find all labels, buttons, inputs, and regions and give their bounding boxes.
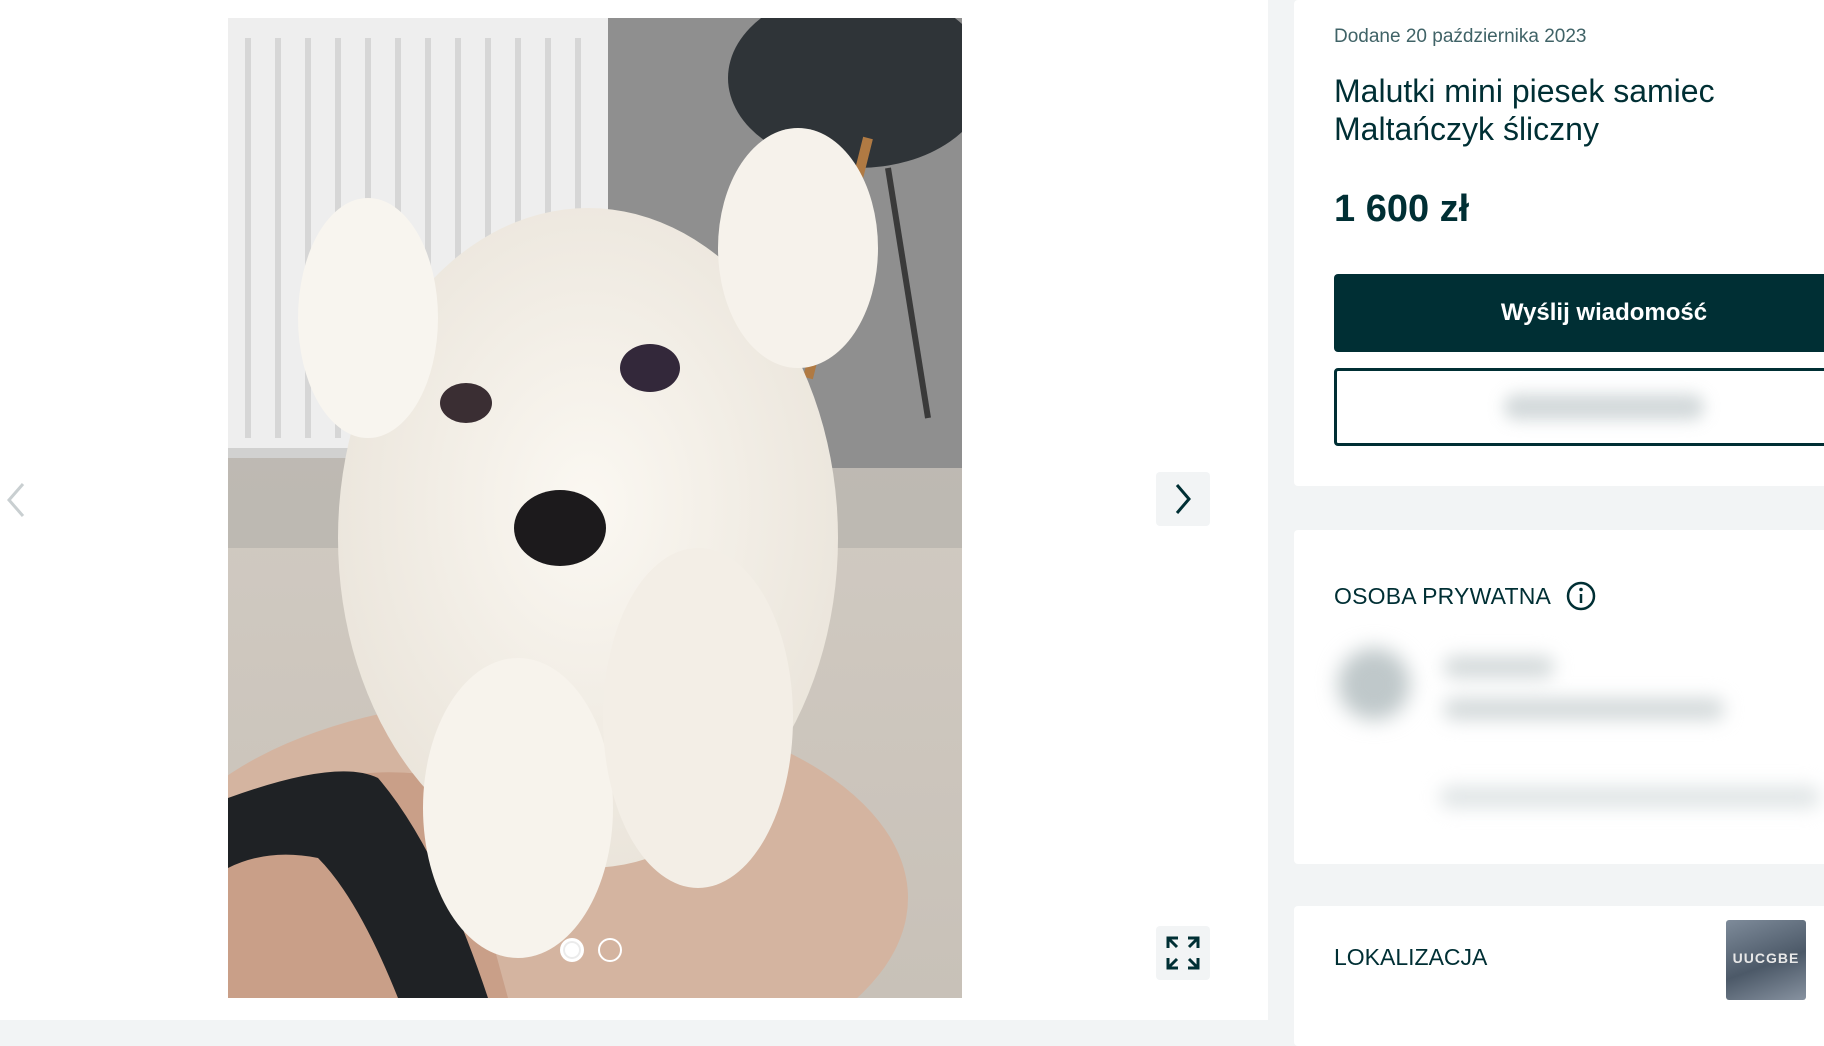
previous-image-button[interactable]: [0, 470, 32, 530]
seller-card: OSOBA PRYWATNA: [1294, 530, 1824, 864]
watermark-label: UUCGBE: [1732, 950, 1800, 966]
seller-type-label: OSOBA PRYWATNA: [1334, 582, 1552, 609]
puppy-photo-illustration: [228, 18, 962, 998]
channel-watermark-thumbnail: UUCGBE: [1726, 920, 1806, 1000]
blurred-seller-details: [1444, 698, 1724, 720]
seller-avatar[interactable]: [1338, 648, 1410, 720]
listing-photo[interactable]: [228, 18, 962, 998]
image-gallery: [0, 0, 1268, 1020]
blurred-seller-name: [1444, 656, 1554, 678]
next-image-button[interactable]: [1156, 472, 1210, 526]
location-heading: LOKALIZACJA: [1334, 944, 1488, 970]
seller-type-heading: OSOBA PRYWATNA: [1334, 580, 1597, 612]
show-phone-button[interactable]: [1334, 368, 1824, 446]
expand-icon: [1166, 936, 1200, 970]
chevron-right-icon: [1175, 484, 1191, 514]
posted-date: Dodane 20 października 2023: [1334, 26, 1587, 47]
pagination-dot-1[interactable]: [560, 938, 584, 962]
pagination-dot-2[interactable]: [598, 938, 622, 962]
info-icon[interactable]: [1565, 580, 1597, 612]
image-pagination: [560, 938, 622, 962]
listing-summary-card: Dodane 20 października 2023 Malutki mini…: [1294, 0, 1824, 486]
listing-price: 1 600 zł: [1334, 188, 1470, 230]
listing-title: Malutki mini piesek samiec Maltańczyk śl…: [1334, 73, 1715, 147]
chevron-left-icon: [7, 483, 25, 517]
fullscreen-button[interactable]: [1156, 926, 1210, 980]
send-message-button[interactable]: Wyślij wiadomość: [1334, 274, 1824, 352]
blurred-button-label: [1504, 394, 1704, 420]
blurred-seller-link[interactable]: [1440, 786, 1820, 808]
